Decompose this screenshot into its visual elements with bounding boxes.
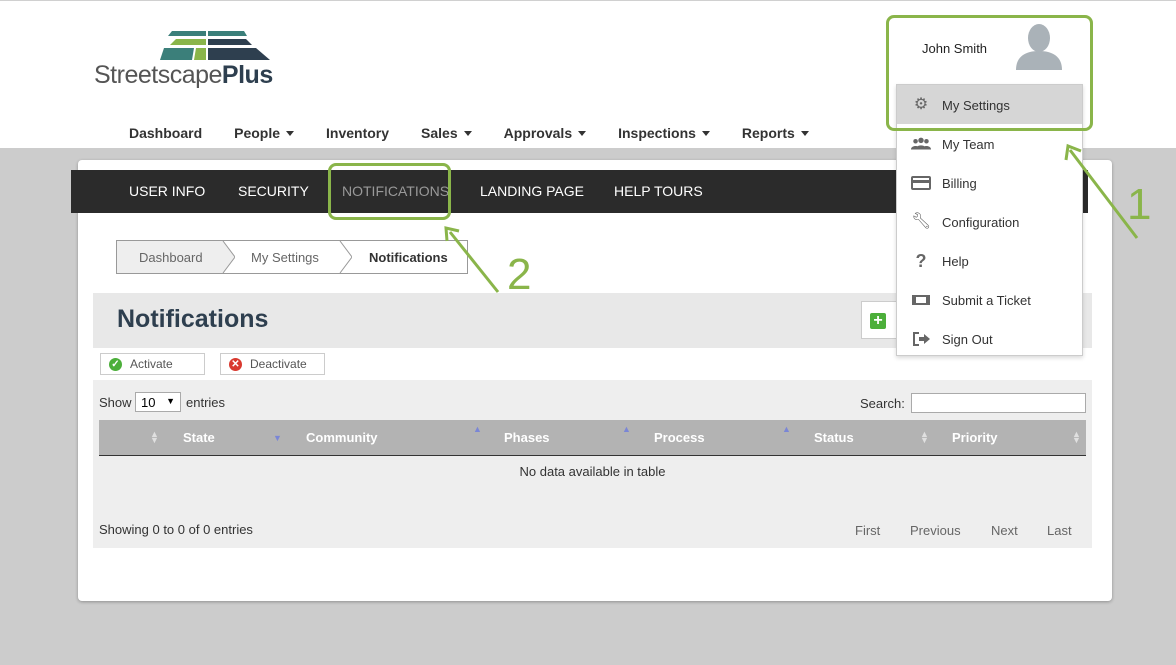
question-icon: ? bbox=[915, 251, 927, 271]
sort-asc-icon[interactable]: ▲ bbox=[622, 425, 631, 434]
sort-icon[interactable]: ▲ ▼ bbox=[1072, 430, 1081, 445]
caret-down-icon bbox=[701, 130, 710, 136]
column-status[interactable]: Status bbox=[814, 430, 854, 445]
tab-notifications[interactable]: NOTIFICATIONS bbox=[342, 183, 449, 199]
nav-approvals[interactable]: Approvals bbox=[504, 125, 587, 141]
callout-number-2: 2 bbox=[507, 250, 532, 299]
menu-item-sign-out[interactable]: Sign Out bbox=[897, 319, 1082, 358]
sort-icon[interactable]: ▲ ▼ bbox=[920, 430, 929, 445]
column-state[interactable]: State bbox=[183, 430, 215, 445]
caret-down-icon bbox=[463, 130, 472, 136]
tab-landing-page[interactable]: LANDING PAGE bbox=[480, 183, 584, 199]
deactivate-button[interactable]: ✕ Deactivate bbox=[220, 353, 325, 375]
nav-inspections[interactable]: Inspections bbox=[618, 125, 710, 141]
breadcrumb-dashboard[interactable]: Dashboard bbox=[139, 250, 203, 265]
logo-mark-icon bbox=[160, 31, 270, 60]
sign-out-icon bbox=[913, 332, 930, 346]
tab-help-tours[interactable]: HELP TOURS bbox=[614, 183, 703, 199]
menu-item-submit-ticket[interactable]: Submit a Ticket bbox=[897, 280, 1082, 319]
activate-button[interactable]: ✓ Activate bbox=[100, 353, 205, 375]
notifications-table-panel: Show 10 ▼ entries Search: ▲ ▼ State ▼ Com… bbox=[93, 380, 1092, 548]
avatar[interactable] bbox=[1016, 22, 1062, 70]
gear-icon: ⚙ bbox=[913, 96, 929, 113]
column-priority[interactable]: Priority bbox=[952, 430, 998, 445]
team-icon bbox=[911, 137, 931, 150]
page-title: Notifications bbox=[117, 305, 269, 333]
table-info: Showing 0 to 0 of 0 entries bbox=[99, 522, 253, 537]
menu-item-my-settings[interactable]: ⚙ My Settings bbox=[897, 85, 1082, 124]
plus-icon: + bbox=[870, 313, 886, 329]
sort-asc-icon[interactable]: ▲ bbox=[782, 425, 791, 434]
add-button[interactable]: + bbox=[861, 301, 901, 339]
ticket-icon bbox=[912, 295, 930, 305]
menu-item-help[interactable]: ? Help bbox=[897, 241, 1082, 280]
breadcrumb-my-settings[interactable]: My Settings bbox=[251, 250, 319, 265]
callout-number-1: 1 bbox=[1127, 180, 1152, 229]
entries-label: entries bbox=[186, 395, 226, 410]
sort-desc-icon[interactable]: ▼ bbox=[273, 434, 282, 443]
nav-dashboard[interactable]: Dashboard bbox=[129, 125, 202, 141]
chevron-down-icon: ▼ bbox=[166, 396, 175, 406]
pager-next[interactable]: Next bbox=[991, 523, 1018, 538]
brand-logo[interactable]: StreetscapePlus bbox=[94, 31, 294, 91]
menu-item-configuration[interactable]: 🔧︎ Configuration bbox=[897, 202, 1082, 241]
breadcrumb-separator bbox=[221, 241, 235, 273]
check-icon: ✓ bbox=[109, 358, 122, 371]
table-header: ▲ ▼ State ▼ Community ▲ Phases ▲ Process … bbox=[99, 420, 1086, 456]
tab-security[interactable]: SECURITY bbox=[238, 183, 309, 199]
search-label: Search: bbox=[860, 396, 905, 411]
sort-asc-icon[interactable]: ▲ bbox=[473, 425, 482, 434]
user-name[interactable]: John Smith bbox=[922, 41, 987, 56]
breadcrumb-separator bbox=[339, 241, 352, 273]
close-icon: ✕ bbox=[229, 358, 242, 371]
sort-icon[interactable]: ▲ ▼ bbox=[150, 430, 159, 445]
search-input[interactable] bbox=[911, 393, 1086, 413]
empty-table-message: No data available in table bbox=[519, 464, 666, 479]
menu-item-billing[interactable]: Billing bbox=[897, 163, 1082, 202]
brand-name: StreetscapePlus bbox=[94, 61, 273, 89]
column-process[interactable]: Process bbox=[654, 430, 705, 445]
user-dropdown-menu: ⚙ My Settings My Team Billing 🔧︎ Configu… bbox=[896, 84, 1083, 356]
column-phases[interactable]: Phases bbox=[504, 430, 550, 445]
caret-down-icon bbox=[578, 130, 587, 136]
nav-inventory[interactable]: Inventory bbox=[326, 125, 389, 141]
nav-reports[interactable]: Reports bbox=[742, 125, 809, 141]
nav-sales[interactable]: Sales bbox=[421, 125, 472, 141]
breadcrumb: Dashboard My Settings Notifications bbox=[116, 240, 468, 274]
caret-down-icon bbox=[286, 130, 295, 136]
tab-user-info[interactable]: USER INFO bbox=[129, 183, 205, 199]
main-nav: Dashboard People Inventory Sales Approva… bbox=[129, 125, 841, 141]
column-community[interactable]: Community bbox=[306, 430, 378, 445]
breadcrumb-notifications: Notifications bbox=[369, 250, 448, 265]
wrench-icon: 🔧︎ bbox=[911, 213, 932, 230]
pager-last[interactable]: Last bbox=[1047, 523, 1072, 538]
credit-card-icon bbox=[911, 176, 931, 190]
show-label: Show bbox=[99, 395, 132, 410]
pager-first[interactable]: First bbox=[855, 523, 880, 538]
caret-down-icon bbox=[800, 130, 809, 136]
pager-previous[interactable]: Previous bbox=[910, 523, 961, 538]
page-size-select[interactable]: 10 ▼ bbox=[135, 392, 181, 412]
nav-people[interactable]: People bbox=[234, 125, 295, 141]
menu-item-my-team[interactable]: My Team bbox=[897, 124, 1082, 163]
